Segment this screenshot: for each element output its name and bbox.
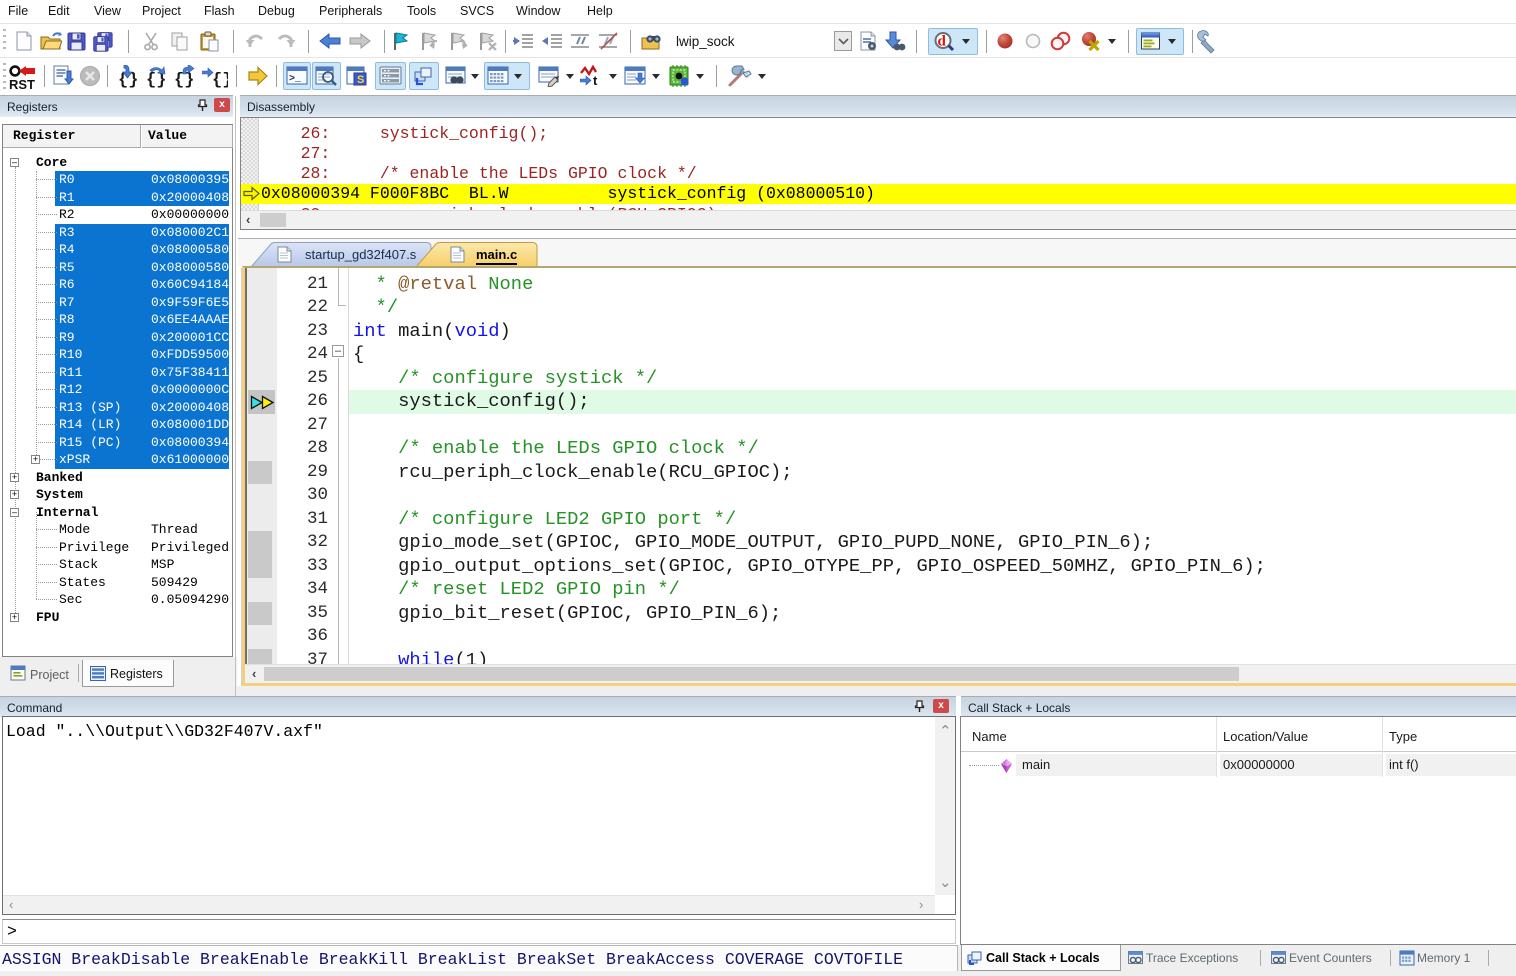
svg-text:{}: {} [212,71,228,89]
svg-text:>_: >_ [289,74,302,85]
svg-text:t: t [593,73,598,87]
svg-text:d: d [938,34,947,50]
svg-text:S: S [357,74,364,86]
svg-text:RST: RST [9,77,35,91]
